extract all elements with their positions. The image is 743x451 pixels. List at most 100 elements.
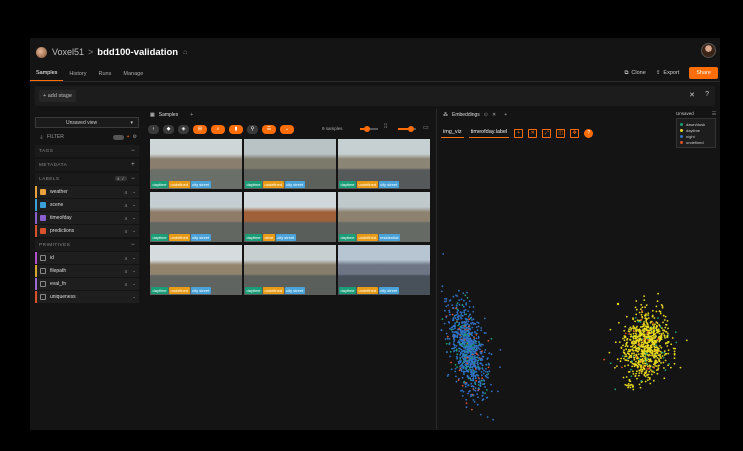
chevron-down-icon[interactable]: ⌄ <box>132 255 136 261</box>
field-label: predictions <box>50 228 75 234</box>
chevron-down-icon[interactable]: ⌄ <box>132 189 136 195</box>
tab-history[interactable]: History <box>63 71 92 81</box>
chevron-down-icon[interactable]: ⌄ <box>132 202 136 208</box>
tab-samples[interactable]: Samples <box>30 70 64 81</box>
label-tag: daytime <box>245 287 263 294</box>
tab-embeddings[interactable]: Embeddings <box>452 112 480 118</box>
color-by-select[interactable]: timeofday.label <box>468 128 510 138</box>
sidebar-field-predictions[interactable]: predictions 4 ⌄ <box>35 225 139 237</box>
field-checkbox[interactable] <box>40 189 46 195</box>
close-icon[interactable]: ✕ <box>689 91 695 99</box>
sample-tile[interactable]: daytime undefined residential <box>338 192 430 242</box>
view-selector[interactable]: Unsaved view ▾ <box>35 117 139 128</box>
fullscreen-icon[interactable]: ▭ <box>423 124 429 131</box>
avatar[interactable] <box>701 43 716 58</box>
plus-icon[interactable]: + <box>514 128 524 138</box>
settings-icon[interactable]: ⚙ <box>133 134 137 140</box>
close-panel-icon[interactable]: ✕ <box>492 112 496 118</box>
back-button[interactable]: ‹ <box>148 124 159 134</box>
field-checkbox[interactable] <box>40 202 46 208</box>
grid-size-slider[interactable] <box>398 126 416 132</box>
collapse-labels-icon[interactable]: − <box>131 176 135 182</box>
collapse-primitives-icon[interactable]: − <box>131 242 135 248</box>
sidebar-field-uniqueness[interactable]: uniqueness ⌄ <box>35 291 139 303</box>
expand-tags-icon[interactable]: − <box>131 148 135 154</box>
sample-tile[interactable]: daytime undefined city street <box>150 192 242 242</box>
sample-tile[interactable]: daytime clear city street <box>244 192 336 242</box>
pin-panel-icon[interactable]: ⊙ <box>484 112 488 118</box>
sidebar-field-filepath[interactable]: filepath 4 ⌄ <box>35 265 139 277</box>
tab-runs[interactable]: Runs <box>93 71 118 81</box>
sample-tile[interactable]: daytime undefined city street <box>338 139 430 189</box>
sidebar-field-id[interactable]: id 4 ⌄ <box>35 252 139 264</box>
scatter-icon: ⁂ <box>443 111 448 118</box>
metadata-section-header[interactable]: METADATA + <box>35 159 139 171</box>
primitives-section-header[interactable]: PRIMITIVES − <box>35 239 139 251</box>
pin-icon[interactable]: ⌂ <box>183 49 187 56</box>
display-options-icon[interactable]: ☰ <box>262 124 276 134</box>
tag-icon[interactable]: ◆ <box>163 124 174 134</box>
lasso-icon[interactable]: ◫ <box>556 128 566 138</box>
labels-mode-toggle[interactable]: 4 ✓ <box>115 176 127 182</box>
chevron-down-icon[interactable]: ⌄ <box>132 281 136 287</box>
field-checkbox[interactable] <box>40 215 46 221</box>
chevron-down-icon[interactable]: ⌄ <box>280 124 294 134</box>
field-checkbox[interactable] <box>40 268 46 274</box>
dataset-name[interactable]: bdd100-validation <box>97 47 178 58</box>
label-tag: daytime <box>339 234 357 241</box>
sample-tile[interactable]: daytime undefined city street <box>338 245 430 295</box>
legend-menu-icon[interactable]: ☷ <box>712 111 716 117</box>
chevron-down-icon[interactable]: ⌄ <box>132 215 136 221</box>
embeddings-scatter-plot[interactable] <box>437 145 720 430</box>
sample-tile[interactable]: daytime undefined city street <box>244 139 336 189</box>
fit-view-icon[interactable]: ⤢ <box>542 128 552 138</box>
add-icon[interactable]: + <box>127 134 130 140</box>
brain-key-select[interactable]: img_viz <box>441 128 464 138</box>
label-tag-icon[interactable]: ◈ <box>178 124 189 134</box>
clear-selection-icon[interactable]: ✕ <box>528 128 538 138</box>
label-tag: daytime <box>151 287 169 294</box>
expand-metadata-icon[interactable]: + <box>131 162 135 168</box>
sort-icon[interactable]: ⚲ <box>247 124 258 134</box>
labels-section-header[interactable]: LABELS 4 ✓ − <box>35 173 139 185</box>
sample-tile[interactable]: daytime undefined city street <box>150 245 242 295</box>
sidebar-field-timeofday[interactable]: timeofday 4 ⌄ <box>35 212 139 224</box>
field-checkbox[interactable] <box>40 228 46 234</box>
tab-manage[interactable]: Manage <box>117 71 149 81</box>
help-icon[interactable]: ? <box>584 128 594 138</box>
sample-tile[interactable]: daytime undefined city street <box>150 139 242 189</box>
tab-samples-panel[interactable]: Samples <box>159 112 178 118</box>
add-panel-icon[interactable]: + <box>504 112 507 118</box>
field-checkbox[interactable] <box>40 255 46 261</box>
sidebar-field-scene[interactable]: scene 4 ⌄ <box>35 199 139 211</box>
filter-controls: + ⚙ <box>112 134 137 140</box>
pan-icon[interactable]: ✥ <box>570 128 580 138</box>
tags-section-header[interactable]: TAGS − <box>35 145 139 157</box>
search-icon[interactable]: ⌕ <box>211 124 225 134</box>
export-button[interactable]: ⇪ Export <box>656 70 680 76</box>
field-checkbox[interactable] <box>40 281 46 287</box>
sample-tile[interactable]: daytime undefined city street <box>244 245 336 295</box>
sample-tags: daytime undefined city street <box>245 287 305 294</box>
filter-toggle[interactable] <box>112 134 124 140</box>
field-checkbox[interactable] <box>40 294 46 300</box>
patches-icon[interactable]: ⊞ <box>193 124 207 134</box>
sidebar-field-weather[interactable]: weather 4 ⌄ <box>35 186 139 198</box>
share-button[interactable]: Share <box>689 67 718 79</box>
help-icon[interactable]: ? <box>705 91 709 98</box>
samples-panel: ▦ Samples + ‹ ◆ ◈ ⊞ ⌕ ▮ ⚲ ☰ ⌄ 9 samples … <box>148 109 432 430</box>
label-tag: city street <box>284 287 305 294</box>
add-panel-icon[interactable]: + <box>190 112 193 118</box>
sample-tags: daytime undefined city street <box>339 181 399 188</box>
sidebar-field-eval_fn[interactable]: eval_fn 4 ⌄ <box>35 278 139 290</box>
zoom-slider[interactable] <box>360 126 378 132</box>
chevron-down-icon[interactable]: ⌄ <box>132 228 136 234</box>
voxel51-logo-icon[interactable] <box>36 46 47 58</box>
chevron-down-icon[interactable]: ⌄ <box>132 294 136 300</box>
bookmark-icon[interactable]: ▮ <box>229 124 243 134</box>
clone-button[interactable]: ⧉ Clone <box>624 70 645 77</box>
chevron-down-icon[interactable]: ⌄ <box>132 268 136 274</box>
add-stage-button[interactable]: + add stage <box>39 90 76 102</box>
grid-layout-icon[interactable]: ⁞⁞ <box>384 124 387 130</box>
brand-name[interactable]: Voxel51 <box>52 47 84 57</box>
